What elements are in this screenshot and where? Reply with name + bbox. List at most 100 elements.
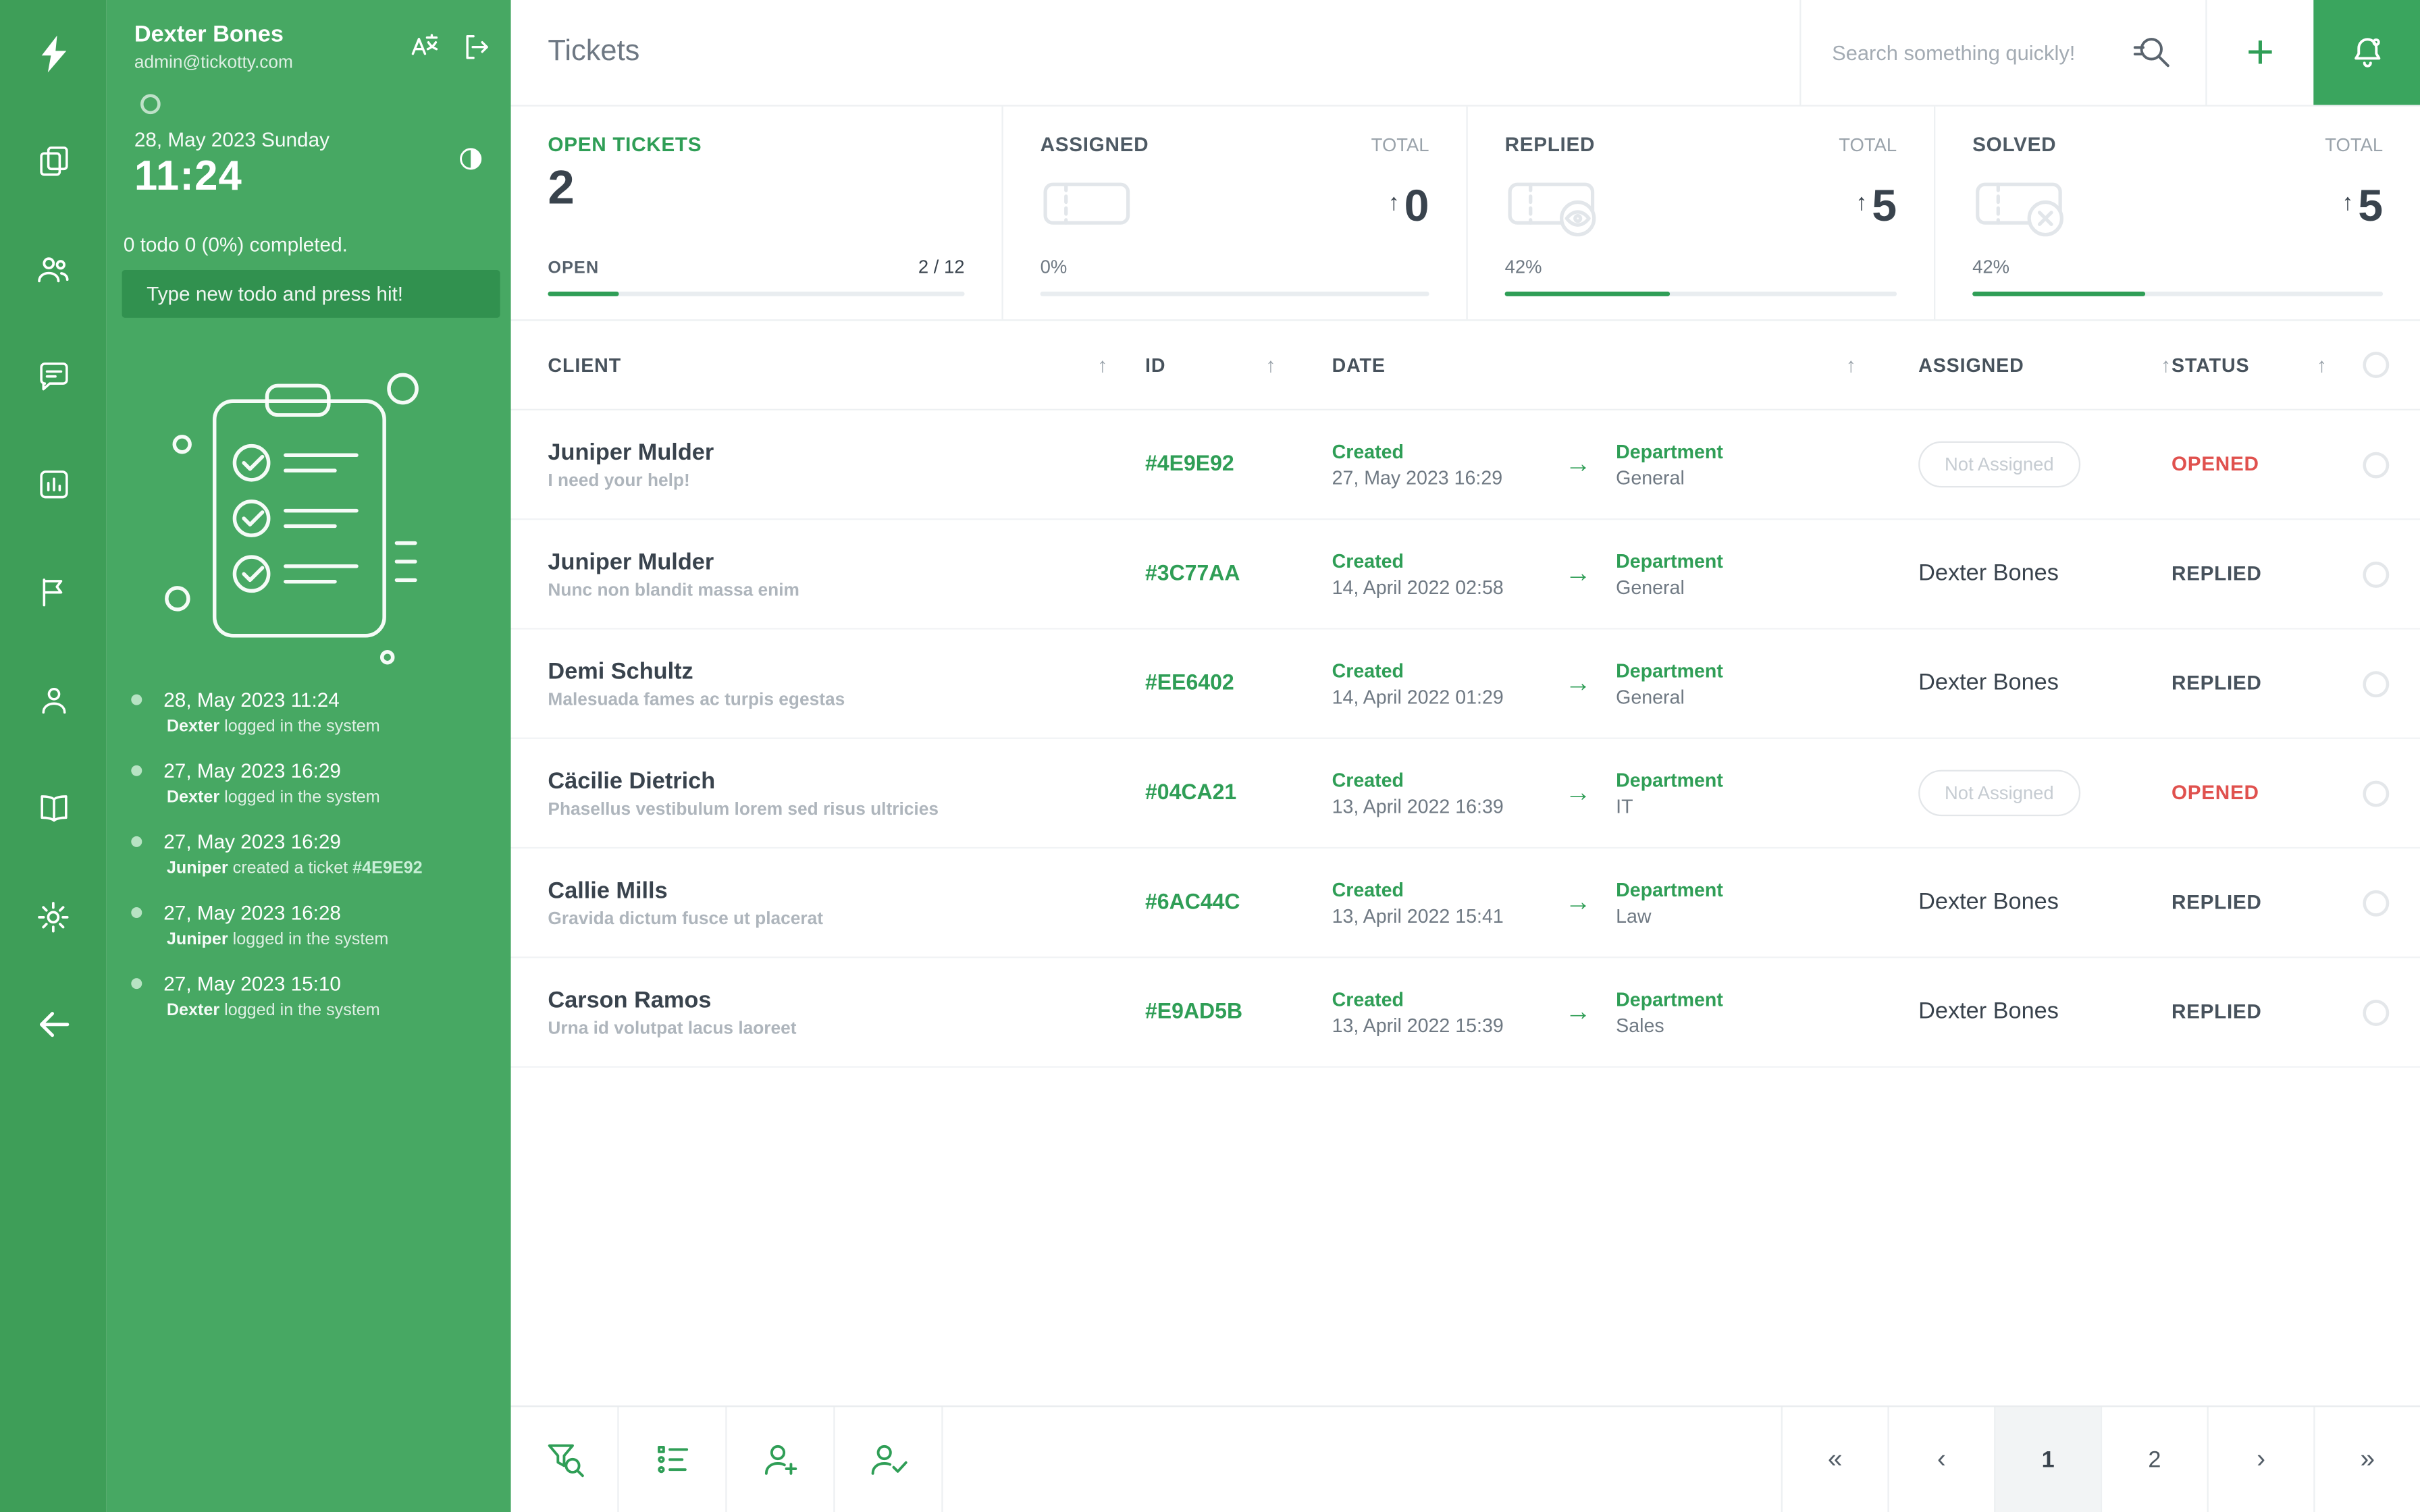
status-badge: REPLIED [2172,562,2262,585]
table-row[interactable]: Cäcilie Dietrich Phasellus vestibulum lo… [510,739,2420,849]
table-row[interactable]: Juniper Mulder I need your help! #4E9E92… [510,410,2420,520]
sidebar-item-notes[interactable] [0,107,107,215]
sidebar-item-team[interactable] [0,215,107,323]
new-todo-input[interactable] [122,270,500,318]
table-row[interactable]: Demi Schultz Malesuada fames ac turpis e… [510,630,2420,739]
footer-toolbar: « ‹ 1 2 › » [510,1405,2420,1512]
stat-card-open-tickets[interactable]: OPEN TICKETS 2 OPEN 2 / 12 [511,107,1002,319]
collapse-sidebar-button[interactable] [0,971,107,1079]
assign-user-button[interactable] [835,1407,943,1512]
assigned-name: Dexter Bones [1918,560,2059,587]
up-arrow-icon: ↑ [1856,190,1868,216]
search-box[interactable] [1799,0,2205,105]
notifications-button[interactable] [2313,0,2420,105]
row-select-circle[interactable] [2362,451,2389,478]
ticket-id-link[interactable]: #EE6402 [1145,670,1234,695]
ticket-id-link[interactable]: #04CA21 [1145,779,1236,804]
ticket-x-icon [1972,169,2071,245]
activity-list: 28, May 2023 11:24 Dexter logged in the … [124,688,502,1043]
search-icon [2133,38,2169,68]
search-input[interactable] [1832,40,2113,64]
row-select-circle[interactable] [2362,560,2389,587]
stat-card-replied[interactable]: REPLIED TOTAL ↑ 5 42% [1466,106,1934,320]
icon-rail [0,0,107,1512]
assigned-percent: 0% [1040,256,1068,278]
arrow-right-icon: → [1564,449,1592,479]
stat-card-assigned[interactable]: ASSIGNED TOTAL ↑ 0 0% [1001,106,1466,320]
list-view-button[interactable] [619,1407,727,1512]
created-label: Created [1332,549,1404,572]
translate-button[interactable] [407,31,440,71]
ticket-id-link[interactable]: #3C77AA [1145,560,1240,585]
table-row[interactable]: Carson Ramos Urna id volutpat lacus laor… [510,958,2420,1068]
arrow-right-icon: → [1564,887,1592,917]
gear-icon [38,901,69,932]
table-row[interactable]: Callie Mills Gravida dictum fusce ut pla… [510,848,2420,959]
filter-search-icon [547,1444,583,1478]
pagination-next-button[interactable]: › [2207,1407,2314,1512]
ticket-subject: Phasellus vestibulum lorem sed risus ult… [548,800,939,819]
stat-title: SOLVED [1972,132,2057,156]
filter-tickets-button[interactable] [511,1407,619,1512]
add-client-button[interactable] [727,1407,835,1512]
sort-icon[interactable]: ↑ [2317,353,2327,376]
replied-percent: 42% [1504,256,1542,278]
sidebar-item-docs[interactable] [0,755,107,863]
created-date: 13, April 2022 16:39 [1332,795,1504,817]
sidebar-item-stats[interactable] [0,431,107,539]
lightning-bolt-icon [41,34,66,72]
sort-icon[interactable]: ↑ [1266,353,1277,376]
pagination-first-button[interactable]: « [1781,1407,1888,1512]
pagination-page-1[interactable]: 1 [1994,1407,2101,1512]
replied-progress-bar [1504,292,1897,296]
ticket-id-link[interactable]: #4E9E92 [1145,450,1234,475]
sidebar-item-settings[interactable] [0,863,107,971]
row-select-circle[interactable] [2362,670,2389,697]
chat-icon [39,362,68,391]
logout-button[interactable] [460,31,492,71]
sort-icon[interactable]: ↑ [2161,353,2172,376]
sidebar-item-flags[interactable] [0,539,107,647]
book-icon [40,795,67,822]
ticket-id-link[interactable]: #E9AD5B [1145,998,1242,1023]
status-badge: OPENED [2172,780,2259,804]
activity-date: 27, May 2023 16:28 [163,900,341,925]
pagination-prev-button[interactable]: ‹ [1887,1407,1994,1512]
row-select-circle[interactable] [2362,780,2389,807]
bullet-icon [131,836,142,847]
table-row[interactable]: Juniper Mulder Nunc non blandit massa en… [510,520,2420,630]
department-value: General [1616,466,1685,489]
user-email: admin@tickotty.com [134,54,293,73]
ticket-link[interactable]: #4E9E92 [352,859,422,878]
app-logo[interactable] [0,0,107,107]
sidebar-item-profile[interactable] [0,647,107,755]
ticket-subject: Gravida dictum fusce ut placerat [548,909,823,928]
activity-date: 27, May 2023 16:29 [163,830,341,853]
select-all-circle[interactable] [2362,352,2389,378]
main-panel: Tickets + OPEN TICKETS 2 OPEN 2 / 12 [510,0,2420,1512]
total-label: TOTAL [1839,134,1897,156]
client-name: Cäcilie Dietrich [548,767,716,794]
stat-title: REPLIED [1504,132,1596,156]
theme-toggle[interactable] [457,145,485,181]
sort-icon[interactable]: ↑ [1097,353,1108,376]
sidebar-item-chat[interactable] [0,323,107,431]
ticket-id-link[interactable]: #6AC44C [1145,889,1240,914]
row-select-circle[interactable] [2362,999,2389,1025]
pagination-page-2[interactable]: 2 [2100,1407,2207,1512]
ticket-subject: Nunc non blandit massa enim [548,580,799,600]
status-badge: REPLIED [2172,890,2262,914]
solved-progress-bar [1972,292,2384,296]
client-name: Callie Mills [548,877,668,904]
stat-card-solved[interactable]: SOLVED TOTAL ↑ 5 42% [1934,106,2420,320]
bullet-icon [131,907,142,918]
current-time: 11:24 [134,153,243,199]
department-label: Department [1616,549,1723,572]
pagination-last-button[interactable]: » [2313,1407,2420,1512]
department-label: Department [1616,878,1723,900]
assigned-cell: Not Assigned [1918,441,2172,488]
sort-icon[interactable]: ↑ [1846,353,1857,376]
row-select-circle[interactable] [2362,889,2389,916]
add-ticket-button[interactable]: + [2205,0,2313,105]
created-date: 14, April 2022 02:58 [1332,576,1504,598]
